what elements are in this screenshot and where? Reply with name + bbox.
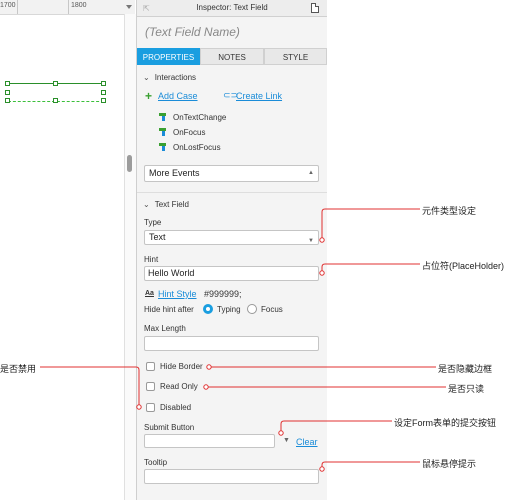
annotation-hide-border: 是否隐藏边框 xyxy=(438,364,493,374)
annotation-line-tooltip xyxy=(321,461,420,467)
annotation-dot-hint xyxy=(319,270,325,276)
annotation-type: 元件类型设定 xyxy=(422,206,477,216)
annotation-line-type xyxy=(321,208,420,238)
annotation-line-submit-button xyxy=(280,420,392,431)
annotation-disabled: 是否禁用 xyxy=(0,364,37,374)
annotation-dot-submit-button xyxy=(278,430,284,436)
annotation-dot-type xyxy=(319,237,325,243)
annotation-tooltip: 鼠标悬停提示 xyxy=(422,459,477,469)
annotation-read-only: 是否只读 xyxy=(448,384,485,394)
annotation-submit-button: 设定Form表单的提交按钮 xyxy=(394,418,496,428)
annotation-dot-read-only xyxy=(203,384,209,390)
annotation-dot-hide-border xyxy=(206,364,212,370)
annotation-dot-tooltip xyxy=(319,466,325,472)
annotation-hint: 占位符(PlaceHolder) xyxy=(422,261,505,271)
annotation-line-disabled xyxy=(40,366,140,405)
annotation-line-hint xyxy=(321,263,420,271)
annotation-dot-disabled xyxy=(136,404,142,410)
